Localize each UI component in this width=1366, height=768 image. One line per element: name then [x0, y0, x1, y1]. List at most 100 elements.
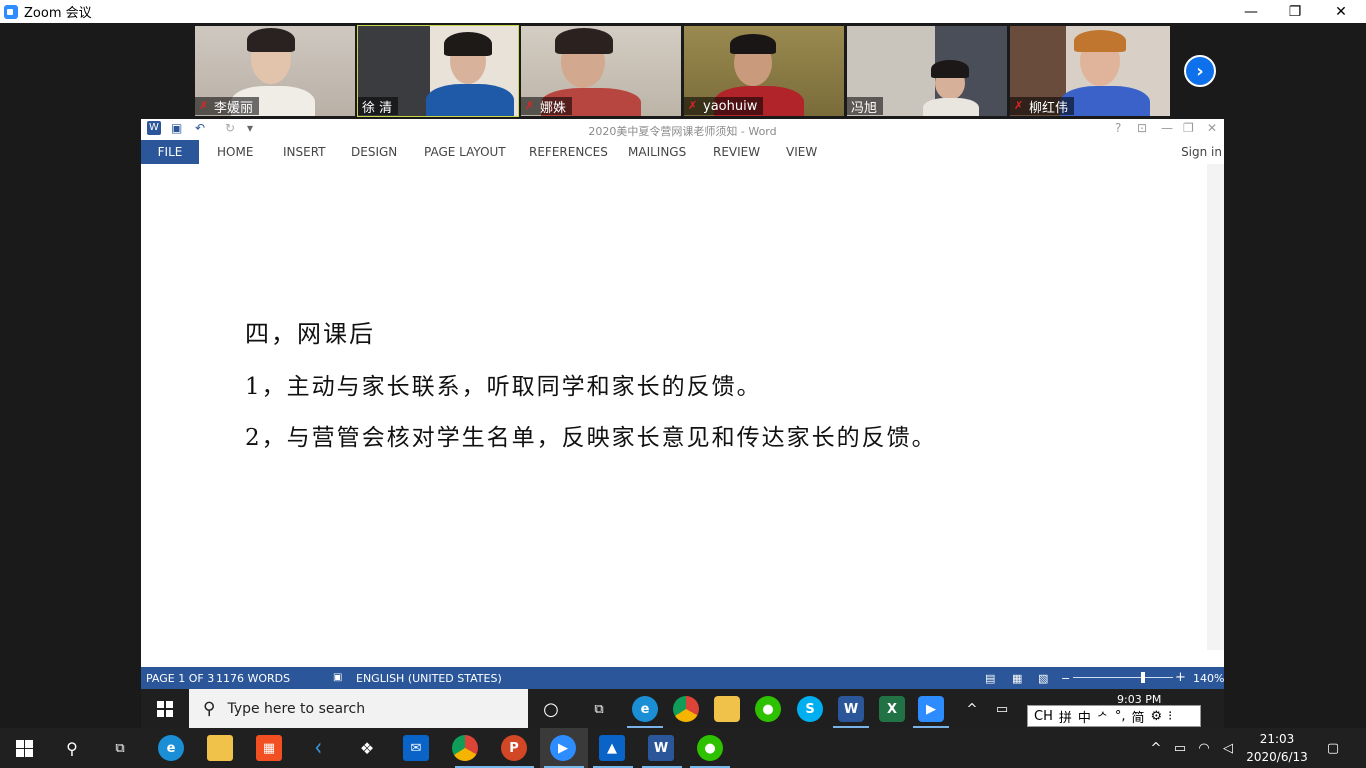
taskbar-clock-date[interactable]: 2020/6/13 — [1246, 750, 1308, 764]
skype-icon[interactable]: S — [797, 696, 823, 722]
participant-gallery: ✗ 李媛丽 徐 清 ✗ 娜姝 ✗ yaohuiw 冯旭 ✗ 柳红伟 › — [0, 23, 1366, 119]
participant-tile[interactable]: ✗ 柳红伟 — [1010, 26, 1170, 116]
participant-name-bar: ✗ yaohuiw — [684, 97, 764, 115]
photos-icon[interactable]: ▲ — [599, 735, 625, 761]
ime-lang[interactable]: CH — [1034, 709, 1053, 724]
show-hidden-icons[interactable]: ^ — [1143, 735, 1169, 761]
chrome-icon[interactable] — [673, 696, 699, 722]
ime-simplified[interactable]: 简 — [1132, 707, 1145, 726]
file-explorer-icon[interactable] — [714, 696, 740, 722]
task-view-icon[interactable]: ⧉ — [586, 696, 612, 722]
battery-icon[interactable]: ▭ — [1167, 735, 1193, 761]
cortana-icon[interactable]: ○ — [538, 696, 564, 722]
ime-chinese-mode[interactable]: 中 — [1078, 707, 1091, 726]
page-count[interactable]: PAGE 1 OF 3 — [146, 672, 214, 685]
zoom-in-button[interactable]: + — [1175, 670, 1186, 685]
word-icon[interactable]: W — [648, 735, 674, 761]
participant-tile[interactable]: ✗ 李媛丽 — [195, 26, 355, 116]
participant-tile[interactable]: 冯旭 — [847, 26, 1007, 116]
notification-icon[interactable]: ▢ — [1320, 735, 1346, 761]
powerpoint-icon[interactable]: P — [501, 735, 527, 761]
ime-settings-icon[interactable]: ⚙ — [1151, 709, 1163, 724]
visual-studio-icon[interactable]: ᚲ — [305, 735, 331, 761]
proofing-icon[interactable]: ▣ — [333, 672, 342, 683]
web-layout-icon[interactable]: ▧ — [1038, 672, 1048, 685]
taskbar-clock-time[interactable]: 21:03 — [1246, 732, 1308, 746]
participant-name: 娜姝 — [540, 100, 567, 116]
participant-tile[interactable]: ✗ 娜姝 — [521, 26, 681, 116]
microsoft-store-icon[interactable]: ▦ — [256, 735, 282, 761]
close-button[interactable]: ✕ — [1318, 0, 1364, 23]
document-title: 2020美中夏令营网课老师须知 - Word — [588, 125, 777, 138]
task-view-icon[interactable]: ⧉ — [107, 735, 133, 761]
word-window: W ▣ ↶ ↻ ▾ 2020美中夏令营网课老师须知 - Word ? ⊡ — ❐… — [141, 119, 1224, 689]
ime-punctuation[interactable]: °, — [1115, 709, 1126, 724]
word-status-bar: PAGE 1 OF 3 1176 WORDS ▣ ENGLISH (UNITED… — [141, 667, 1224, 689]
participant-name: 李媛丽 — [214, 100, 254, 116]
restore-button[interactable]: ❐ — [1272, 0, 1318, 23]
participant-name: 冯旭 — [851, 100, 878, 116]
ribbon-display-button[interactable]: ⊡ — [1137, 121, 1147, 135]
gallery-next-button[interactable]: › — [1184, 55, 1216, 87]
volume-icon[interactable]: ◁ — [1215, 735, 1241, 761]
start-button[interactable] — [0, 728, 48, 768]
search-icon[interactable]: ⚲ — [59, 735, 85, 761]
ime-toolbar[interactable]: CH 拼 中 ᄼ °, 简 ⚙ ⁝ — [1027, 705, 1201, 727]
participant-tile-active-speaker[interactable]: 徐 清 — [357, 25, 519, 117]
document-page[interactable]: 四，网课后 1，主动与家长联系，听取同学和家长的反馈。 2，与营管会核对学生名单… — [141, 164, 1207, 650]
print-layout-icon[interactable]: ▦ — [1012, 672, 1022, 685]
participant-name: yaohuiw — [703, 98, 758, 114]
word-count[interactable]: 1176 WORDS — [216, 672, 290, 685]
zoom-slider-track[interactable] — [1073, 677, 1173, 678]
tab-review[interactable]: REVIEW — [713, 140, 760, 164]
tab-insert[interactable]: INSERT — [283, 140, 326, 164]
minimize-button[interactable]: — — [1228, 0, 1274, 23]
tab-references[interactable]: REFERENCES — [529, 140, 608, 164]
zoom-icon[interactable]: ▶ — [550, 735, 576, 761]
ime-more-icon[interactable]: ⁝ — [1168, 709, 1172, 724]
battery-icon[interactable]: ▭ — [989, 696, 1015, 722]
zoom-app-icon[interactable]: ▶ — [918, 696, 944, 722]
ime-pinyin[interactable]: 拼 — [1059, 707, 1072, 726]
dropbox-icon[interactable]: ❖ — [354, 735, 380, 761]
remote-start-button[interactable] — [141, 689, 188, 728]
chrome-icon[interactable] — [452, 735, 478, 761]
vertical-scrollbar[interactable] — [1207, 164, 1224, 650]
windows-logo-icon — [15, 739, 33, 757]
zoom-out-button[interactable]: − — [1061, 672, 1070, 685]
wechat-icon[interactable]: ● — [697, 735, 723, 761]
word-app-icon[interactable]: W — [838, 696, 864, 722]
tab-view[interactable]: VIEW — [786, 140, 817, 164]
document-paragraph: 2，与营管会核对学生名单，反映家长意见和传达家长的反馈。 — [245, 425, 937, 451]
participant-name-bar: 徐 清 — [358, 97, 399, 116]
file-explorer-icon[interactable] — [207, 735, 233, 761]
edge-icon[interactable]: e — [632, 696, 658, 722]
word-minimize-button[interactable]: — — [1161, 121, 1173, 135]
zoom-title-bar: Zoom 会议 — ❐ ✕ — [0, 0, 1366, 23]
search-icon: ⚲ — [203, 698, 216, 719]
edge-icon[interactable]: e — [158, 735, 184, 761]
zoom-level[interactable]: 140% — [1193, 672, 1224, 685]
tab-page-layout[interactable]: PAGE LAYOUT — [424, 140, 506, 164]
read-mode-icon[interactable]: ▤ — [985, 672, 995, 685]
help-button[interactable]: ? — [1115, 121, 1121, 135]
ribbon-tabs: FILE HOME INSERT DESIGN PAGE LAYOUT REFE… — [141, 140, 1224, 164]
tab-file[interactable]: FILE — [141, 140, 199, 164]
tab-mailings[interactable]: MAILINGS — [628, 140, 686, 164]
participant-tile[interactable]: ✗ yaohuiw — [684, 26, 844, 116]
language-indicator[interactable]: ENGLISH (UNITED STATES) — [356, 672, 502, 685]
tab-design[interactable]: DESIGN — [351, 140, 397, 164]
zoom-slider-thumb[interactable] — [1141, 672, 1145, 683]
remote-search-box[interactable]: ⚲ Type here to search — [189, 689, 528, 728]
word-close-button[interactable]: ✕ — [1207, 121, 1217, 135]
word-restore-button[interactable]: ❐ — [1183, 121, 1194, 135]
excel-app-icon[interactable]: X — [879, 696, 905, 722]
muted-mic-icon: ✗ — [199, 99, 209, 112]
tray-overflow-icon[interactable]: ^ — [959, 696, 985, 722]
wechat-icon[interactable]: ● — [755, 696, 781, 722]
ime-halfwidth[interactable]: ᄼ — [1097, 707, 1109, 726]
sign-in-link[interactable]: Sign in — [1181, 140, 1222, 164]
wifi-icon[interactable]: ◠ — [1191, 735, 1217, 761]
tab-home[interactable]: HOME — [217, 140, 253, 164]
mail-icon[interactable]: ✉ — [403, 735, 429, 761]
